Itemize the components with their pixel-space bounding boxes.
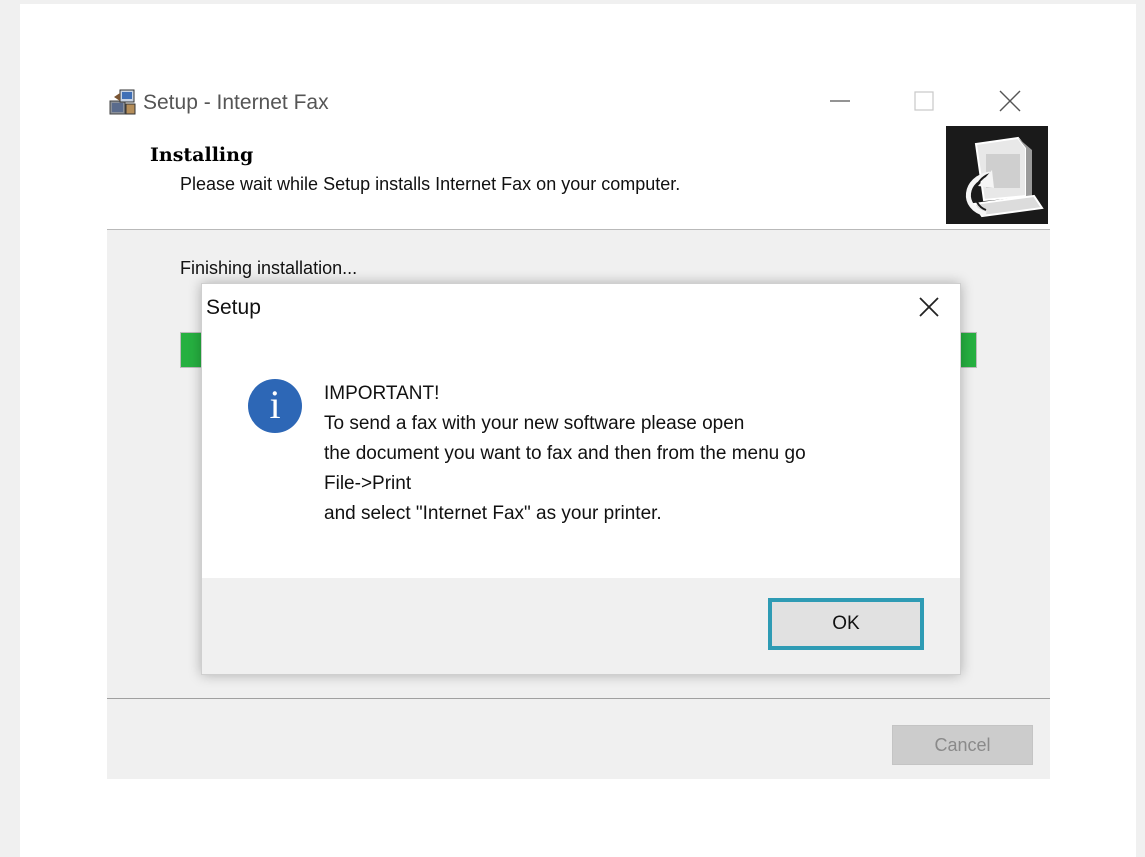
status-text: Finishing installation... [180,258,358,278]
message-line: IMPORTANT! [324,383,440,404]
dialog-footer: OK [202,578,960,674]
message-line: To send a fax with your new software ple… [324,413,745,434]
message-dialog: Setup i IMPORTANT! To send a fax with yo… [201,283,961,675]
close-icon[interactable] [990,86,1030,116]
title-bar[interactable]: Setup - Internet Fax [107,80,1050,122]
message-line: File->Print [324,473,412,494]
info-icon: i [248,379,302,433]
setup-app-icon [109,89,136,115]
message-line: and select "Internet Fax" as your printe… [324,503,662,524]
dialog-close-icon[interactable] [914,292,944,322]
dialog-title: Setup [206,296,261,319]
message-line: the document you want to fax and then fr… [324,443,806,464]
info-icon-glyph: i [269,382,281,427]
maximize-icon[interactable] [903,86,943,116]
installer-footer: Cancel [107,699,1050,779]
window-title: Setup - Internet Fax [143,91,329,114]
ok-button[interactable]: OK [768,598,924,650]
minimize-icon[interactable] [820,86,860,116]
page-subtitle: Please wait while Setup installs Interne… [180,174,681,194]
page-title: Installing [150,144,254,166]
installer-computer-icon [946,126,1048,224]
cancel-button[interactable]: Cancel [892,725,1033,765]
dialog-message: IMPORTANT! To send a fax with your new s… [324,379,806,529]
